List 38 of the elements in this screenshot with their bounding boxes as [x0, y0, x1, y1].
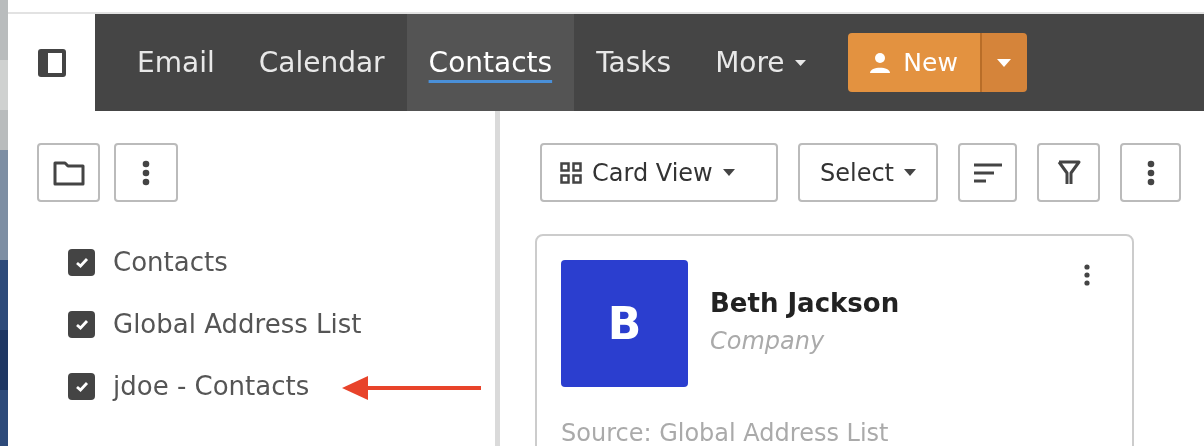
- nav-tab[interactable]: Contacts: [406, 14, 575, 111]
- contact-name: Beth Jackson: [710, 287, 900, 320]
- check-icon: [74, 256, 89, 268]
- check-icon: [74, 380, 89, 392]
- kebab-icon: [142, 159, 150, 186]
- filter-button[interactable]: [1037, 143, 1100, 202]
- nav-tab[interactable]: More: [693, 14, 828, 111]
- nav-tab[interactable]: Calendar: [236, 14, 407, 111]
- folder-label[interactable]: jdoe - Contacts: [113, 366, 310, 406]
- source-label: Source: Global Address List: [561, 418, 890, 446]
- checkbox[interactable]: [68, 310, 95, 338]
- folder-label[interactable]: Contacts: [113, 242, 228, 282]
- sort-button[interactable]: [958, 143, 1017, 202]
- folder-label[interactable]: Global Address List: [113, 304, 362, 344]
- folder-button[interactable]: [37, 143, 100, 202]
- company-label: Company: [710, 326, 826, 357]
- sort-icon: [973, 162, 1002, 183]
- grid-icon: [560, 161, 582, 184]
- caret-icon: [997, 58, 1012, 67]
- view-dropdown[interactable]: Card View: [540, 143, 778, 202]
- avatar: B: [561, 260, 688, 387]
- caret-icon: [904, 169, 916, 176]
- select-dropdown[interactable]: Select: [798, 143, 938, 202]
- checkbox[interactable]: [68, 372, 95, 400]
- folder-icon: [52, 159, 85, 186]
- checkbox[interactable]: [68, 248, 95, 276]
- person-icon: [869, 51, 892, 74]
- kebab-icon: [1146, 159, 1155, 186]
- filter-icon: [1056, 159, 1081, 186]
- more-options-button[interactable]: [114, 143, 178, 202]
- check-icon: [74, 318, 89, 330]
- nav-tab[interactable]: Tasks: [574, 14, 694, 111]
- contact-card[interactable]: B Beth Jackson Company Source: Global Address List: [535, 234, 1134, 446]
- more-options-button[interactable]: [1120, 143, 1181, 202]
- caret-icon: [722, 169, 735, 176]
- sidebar-toggle-icon[interactable]: [36, 47, 67, 78]
- kebab-icon[interactable]: [1084, 264, 1090, 286]
- nav-tab[interactable]: Email: [115, 14, 237, 111]
